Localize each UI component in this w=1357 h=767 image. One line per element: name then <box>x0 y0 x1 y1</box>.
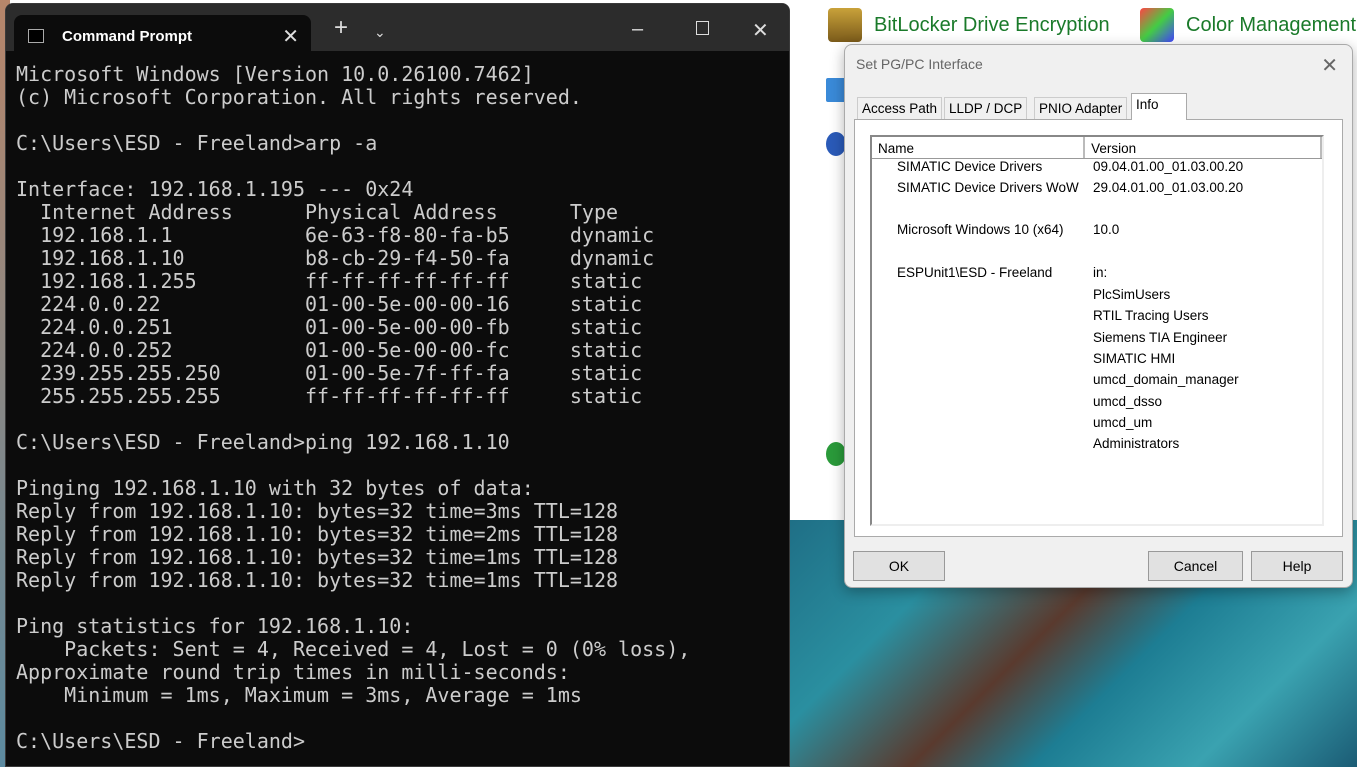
group-item: Administrators <box>1093 436 1180 452</box>
terminal-line: C:\Users\ESD - Freeland>ping 192.168.1.1… <box>16 430 510 454</box>
row-name: SIMATIC Device Drivers WoW <box>897 180 1079 195</box>
terminal-line: 224.0.0.252 01-00-5e-00-00-fc static <box>16 338 643 362</box>
set-pgpc-interface-dialog: Set PG/PC Interface ✕ Access Path LLDP /… <box>844 44 1353 588</box>
terminal-line: C:\Users\ESD - Freeland> <box>16 729 305 753</box>
terminal-line: Approximate round trip times in milli-se… <box>16 660 570 684</box>
terminal-line: Pinging 192.168.1.10 with 32 bytes of da… <box>16 476 534 500</box>
terminal-line: 224.0.0.251 01-00-5e-00-00-fb static <box>16 315 643 339</box>
cp-item-color-management[interactable]: Color Management <box>1140 8 1356 42</box>
column-header-version[interactable]: Version <box>1085 137 1322 158</box>
help-button[interactable]: Help <box>1251 551 1343 581</box>
tab-access-path[interactable]: Access Path <box>857 97 943 119</box>
row-version: 10.0 <box>1093 222 1120 237</box>
group-item: umcd_dsso <box>1093 393 1163 409</box>
close-button[interactable]: ✕ <box>752 18 769 43</box>
terminal-line: 239.255.255.250 01-00-5e-7f-ff-fa static <box>16 361 643 385</box>
tab-lldp-dcp[interactable]: LLDP / DCP <box>944 97 1028 119</box>
terminal-line: Ping statistics for 192.168.1.10: <box>16 614 414 638</box>
terminal-line: 192.168.1.255 ff-ff-ff-ff-ff-ff static <box>16 269 643 293</box>
terminal-line: Reply from 192.168.1.10: bytes=32 time=1… <box>16 545 619 569</box>
ok-button[interactable]: OK <box>853 551 945 581</box>
terminal-line: Packets: Sent = 4, Received = 4, Lost = … <box>16 637 691 661</box>
column-header-name[interactable]: Name <box>872 137 1086 158</box>
title-bar: Command Prompt ✕ + ⌄ – ✕ <box>6 4 789 57</box>
cp-item-label: Color Management <box>1186 13 1357 36</box>
tab-title: Command Prompt <box>62 27 193 45</box>
terminal-output[interactable]: Microsoft Windows [Version 10.0.26100.74… <box>6 51 789 765</box>
terminal-line: 224.0.0.22 01-00-5e-00-00-16 static <box>16 292 643 316</box>
group-item: Siemens TIA Engineer <box>1093 329 1228 345</box>
minimize-button[interactable]: – <box>632 18 643 41</box>
tab-close-icon[interactable]: ✕ <box>282 24 299 49</box>
tab-info[interactable]: Info <box>1131 93 1187 120</box>
row-version: 09.04.01.00_01.03.00.20 <box>1093 159 1244 174</box>
new-tab-button[interactable]: + <box>334 14 348 42</box>
terminal-icon <box>28 29 44 43</box>
sync-icon <box>826 442 846 466</box>
dialog-close-icon[interactable]: ✕ <box>1321 53 1338 78</box>
terminal-line: C:\Users\ESD - Freeland>arp -a <box>16 131 378 155</box>
terminal-line: Interface: 192.168.1.195 --- 0x24 <box>16 177 414 201</box>
cancel-button[interactable]: Cancel <box>1148 551 1243 581</box>
terminal-line: Minimum = 1ms, Maximum = 3ms, Average = … <box>16 683 582 707</box>
dropdown-chevron-icon[interactable]: ⌄ <box>374 24 386 41</box>
group-item: SIMATIC HMI <box>1093 350 1176 366</box>
row-name: ESPUnit1\ESD - Freeland <box>897 265 1053 280</box>
terminal-line: Reply from 192.168.1.10: bytes=32 time=3… <box>16 499 619 523</box>
terminal-line: Reply from 192.168.1.10: bytes=32 time=1… <box>16 568 619 592</box>
maximize-button[interactable] <box>696 21 709 35</box>
info-panel: Name Version SIMATIC Device Drivers 09.04… <box>854 119 1343 537</box>
tab-command-prompt[interactable]: Command Prompt ✕ <box>14 15 311 57</box>
group-item: umcd_domain_manager <box>1093 372 1239 388</box>
command-prompt-window: Command Prompt ✕ + ⌄ – ✕ Microsoft Windo… <box>5 3 790 767</box>
terminal-line: 255.255.255.255 ff-ff-ff-ff-ff-ff static <box>16 384 643 408</box>
list-header: Name Version <box>872 137 1322 159</box>
terminal-line: Reply from 192.168.1.10: bytes=32 time=2… <box>16 522 619 546</box>
row-name: SIMATIC Device Drivers <box>897 159 1043 174</box>
bitlocker-icon <box>828 8 862 42</box>
row-name: Microsoft Windows 10 (x64) <box>897 222 1064 237</box>
cp-item-bitlocker[interactable]: BitLocker Drive Encryption <box>828 8 1110 42</box>
info-list[interactable]: Name Version SIMATIC Device Drivers 09.04… <box>870 135 1324 526</box>
row-version: in: <box>1093 265 1108 280</box>
terminal-line: 192.168.1.1 6e-63-f8-80-fa-b5 dynamic <box>16 223 655 247</box>
group-item: RTIL Tracing Users <box>1093 308 1209 324</box>
tab-pnio-adapter[interactable]: PNIO Adapter <box>1034 97 1128 119</box>
terminal-line: (c) Microsoft Corporation. All rights re… <box>16 85 582 109</box>
calculator-icon <box>826 78 846 102</box>
dialog-title: Set PG/PC Interface <box>856 56 983 72</box>
terminal-line: 192.168.1.10 b8-cb-29-f4-50-fa dynamic <box>16 246 655 270</box>
color-management-icon <box>1140 8 1174 42</box>
control-icon <box>826 132 846 156</box>
group-item: PlcSimUsers <box>1093 287 1171 302</box>
group-item: umcd_um <box>1093 414 1153 430</box>
terminal-line: Internet Address Physical Address Type <box>16 200 619 224</box>
row-version: 29.04.01.00_01.03.00.20 <box>1093 180 1244 195</box>
terminal-line: Microsoft Windows [Version 10.0.26100.74… <box>16 62 534 86</box>
cp-item-label: BitLocker Drive Encryption <box>874 13 1110 36</box>
